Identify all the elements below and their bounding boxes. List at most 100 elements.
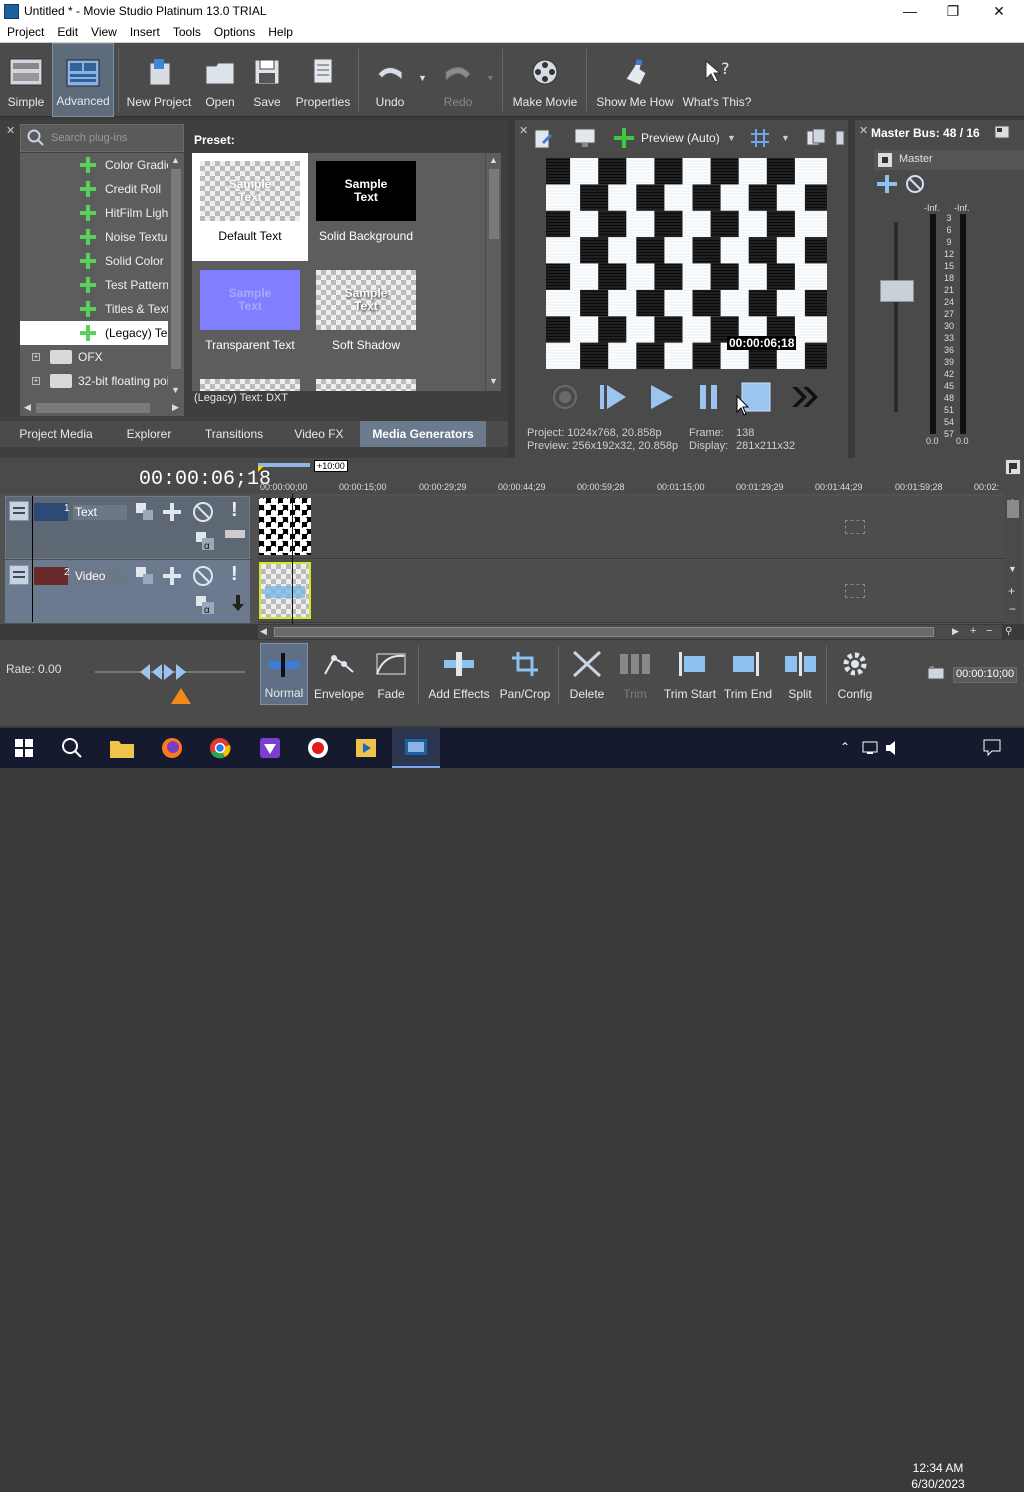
parent-composite-icon[interactable]: α <box>194 530 216 555</box>
more-controls-icon[interactable] <box>789 384 821 413</box>
loop-start-marker[interactable] <box>258 466 264 472</box>
tree-folder-32bit[interactable]: +32-bit floating point <box>20 369 170 393</box>
tree-item-test-pattern[interactable]: Test Pattern <box>20 273 170 297</box>
shuttle-control-icon[interactable] <box>138 662 188 685</box>
track-fx-icon[interactable] <box>162 566 182 589</box>
tree-folder-ofx[interactable]: + OFX <box>20 345 170 369</box>
hscroll-thumb[interactable] <box>274 627 934 637</box>
scroll-up-icon[interactable]: ▲ <box>171 155 180 165</box>
zoom-out-horizontal-icon[interactable]: − <box>986 625 992 637</box>
tree-item-color-gradient[interactable]: Color Gradient <box>20 153 170 177</box>
chrome-icon[interactable] <box>196 728 244 768</box>
tab-transitions[interactable]: Transitions <box>196 421 272 447</box>
solo-track-icon[interactable]: ! <box>231 499 238 522</box>
whats-this-button[interactable]: ? What's This? <box>680 43 754 117</box>
play-icon[interactable] <box>646 382 676 415</box>
tree-item-legacy-text[interactable]: (Legacy) Text <box>20 321 170 345</box>
master-insert-fx-icon[interactable] <box>876 174 898 197</box>
tab-project-media[interactable]: Project Media <box>10 421 102 447</box>
timeline-ruler[interactable]: 00:00:00;00 00:00:15;00 00:00:29;29 00:0… <box>258 476 1002 494</box>
scroll-up-icon[interactable]: ▲ <box>489 155 498 165</box>
zoom-out-icon[interactable]: − <box>1009 602 1016 616</box>
notifications-icon[interactable] <box>983 738 1001 759</box>
fade-tool-button[interactable]: Fade <box>368 643 414 705</box>
properties-button[interactable]: Properties <box>292 43 354 117</box>
trim-button[interactable]: Trim <box>612 643 658 705</box>
play-from-start-icon[interactable] <box>598 382 628 415</box>
tree-item-noise-texture[interactable]: Noise Texture <box>20 225 170 249</box>
volume-icon[interactable] <box>884 740 902 759</box>
movie-studio-taskbar-icon[interactable] <box>392 728 440 768</box>
minimize-button[interactable]: — <box>887 0 933 23</box>
trim-start-button[interactable]: Trim Start <box>662 643 718 705</box>
menu-insert[interactable]: Insert <box>123 23 166 39</box>
redo-button[interactable]: Redo <box>432 43 484 117</box>
timeline-marker-icon[interactable] <box>1005 459 1021 475</box>
compositing-mode-icon[interactable] <box>135 502 155 525</box>
vscroll-thumb[interactable] <box>1007 500 1019 518</box>
search-plugins-field[interactable]: Search plug-ins <box>20 124 184 152</box>
loop-region-bar[interactable] <box>258 463 310 467</box>
track-level-slider[interactable] <box>225 530 245 538</box>
undo-dropdown-icon[interactable]: ▼ <box>418 73 427 83</box>
firefox-icon[interactable] <box>148 728 196 768</box>
preset-default-text[interactable]: Sample Text Default Text <box>192 153 308 261</box>
track-lane-video[interactable] <box>258 560 1004 623</box>
taskbar-clock[interactable]: 12:34 AM 6/30/2023 <box>905 1460 971 1492</box>
normal-edit-tool-button[interactable]: Normal <box>260 643 308 705</box>
tree-item-titles-text[interactable]: Titles & Text <box>20 297 170 321</box>
windows-start-icon[interactable] <box>0 728 48 768</box>
panel-close-icon[interactable]: ✕ <box>6 124 15 137</box>
screen-recorder-icon[interactable] <box>294 728 342 768</box>
overlays-grid-icon[interactable] <box>749 127 771 152</box>
save-button[interactable]: Save <box>246 43 288 117</box>
tree-item-hitfilm-light-flares[interactable]: HitFilm Light Flares <box>20 201 170 225</box>
scroll-down-icon[interactable]: ▼ <box>489 376 498 386</box>
delete-button[interactable]: Delete <box>564 643 610 705</box>
timeline-vertical-scrollbar[interactable]: ▲ ▼ + − <box>1004 494 1022 624</box>
video-event-clip[interactable] <box>259 562 311 619</box>
save-snapshot-icon[interactable] <box>834 127 846 152</box>
scroll-right-icon[interactable]: ▶ <box>952 626 959 637</box>
mute-track-icon[interactable] <box>192 565 214 590</box>
tab-video-fx[interactable]: Video FX <box>282 421 356 447</box>
pause-icon[interactable] <box>697 382 721 415</box>
preview-quality-dropdown[interactable]: Preview (Auto) <box>641 131 720 145</box>
pan-crop-button[interactable]: Pan/Crop <box>498 643 552 705</box>
master-close-icon[interactable]: ✕ <box>859 124 868 137</box>
preset-transparent-text[interactable]: Sample Text Transparent Text <box>192 262 308 370</box>
menu-tools[interactable]: Tools <box>166 23 207 39</box>
preview-close-icon[interactable]: ✕ <box>519 124 528 137</box>
preset-soft-shadow[interactable]: Sample Text Soft Shadow <box>308 262 424 370</box>
trim-end-button[interactable]: Trim End <box>722 643 774 705</box>
scroll-left-icon[interactable]: ◀ <box>260 626 267 637</box>
scroll-right-icon[interactable]: ▶ <box>172 402 179 413</box>
track-name[interactable]: Video <box>73 569 127 584</box>
track-header-text[interactable]: 1 Text ! α <box>5 496 250 559</box>
file-explorer-icon[interactable] <box>98 728 146 768</box>
tab-explorer[interactable]: Explorer <box>112 421 186 447</box>
media-player-icon[interactable] <box>342 728 390 768</box>
track-header-video[interactable]: 2 Video ! α <box>5 560 250 623</box>
menu-help[interactable]: Help <box>261 23 299 39</box>
compositing-mode-icon[interactable] <box>135 566 155 589</box>
tree-item-credit-roll[interactable]: Credit Roll <box>20 177 170 201</box>
chevron-down-icon[interactable]: ▼ <box>781 133 790 143</box>
menu-edit[interactable]: Edit <box>50 23 84 39</box>
advanced-button[interactable]: Advanced <box>52 43 114 117</box>
zoom-in-icon[interactable]: + <box>1008 584 1015 598</box>
scroll-down-icon[interactable]: ▼ <box>1008 564 1017 574</box>
config-button[interactable]: Config <box>832 643 878 705</box>
network-icon[interactable] <box>862 740 880 759</box>
timeline-horizontal-scrollbar[interactable]: ◀ ▶ + − <box>258 625 1002 639</box>
copy-snapshot-icon[interactable] <box>805 127 829 152</box>
split-screen-icon[interactable] <box>613 127 635 152</box>
mute-track-icon[interactable] <box>192 501 214 526</box>
envelope-tool-button[interactable]: Envelope <box>312 643 366 705</box>
menu-view[interactable]: View <box>84 23 123 39</box>
app-purple-icon[interactable] <box>246 728 294 768</box>
add-effects-button[interactable]: Add Effects <box>424 643 494 705</box>
scroll-left-icon[interactable]: ◀ <box>24 402 31 413</box>
track-lane-text[interactable] <box>258 496 1004 559</box>
expand-icon[interactable]: + <box>32 353 40 361</box>
